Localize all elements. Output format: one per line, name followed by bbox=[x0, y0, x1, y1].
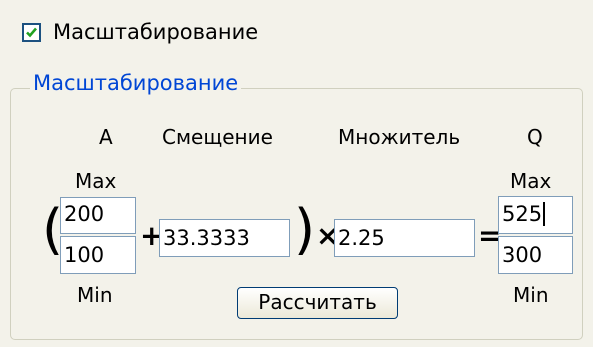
calculate-button[interactable]: Рассчитать bbox=[237, 287, 398, 319]
scaling-panel: Масштабирование Масштабирование A Смещен… bbox=[0, 0, 593, 347]
column-header-offset: Смещение bbox=[162, 125, 273, 149]
q-max-label: Max bbox=[510, 169, 552, 193]
multiplier-value: 2.25 bbox=[338, 226, 385, 250]
offset-input[interactable]: 33.3333 bbox=[159, 219, 290, 257]
q-max-input[interactable]: 525 bbox=[498, 196, 573, 234]
column-header-a: A bbox=[99, 125, 113, 149]
text-caret bbox=[543, 202, 546, 226]
checkmark-icon bbox=[26, 27, 37, 37]
a-min-value: 100 bbox=[64, 243, 105, 267]
scaling-group-title: Масштабирование bbox=[30, 70, 242, 96]
a-max-value: 200 bbox=[64, 202, 105, 226]
q-min-input[interactable]: 300 bbox=[498, 236, 573, 274]
q-max-value: 525 bbox=[502, 202, 543, 226]
a-min-input[interactable]: 100 bbox=[60, 236, 136, 274]
scaling-checkbox-label[interactable]: Масштабирование bbox=[53, 20, 258, 44]
a-max-input[interactable]: 200 bbox=[60, 197, 136, 234]
a-min-label: Min bbox=[77, 283, 113, 307]
scaling-checkbox-row[interactable]: Масштабирование bbox=[22, 17, 258, 47]
scaling-checkbox[interactable] bbox=[22, 22, 41, 42]
q-min-label: Min bbox=[513, 283, 549, 307]
multiplier-input[interactable]: 2.25 bbox=[334, 219, 475, 257]
column-header-q: Q bbox=[527, 125, 543, 149]
offset-value: 33.3333 bbox=[163, 226, 250, 250]
a-max-label: Max bbox=[75, 169, 117, 193]
q-min-value: 300 bbox=[502, 243, 543, 267]
close-parenthesis: ) bbox=[294, 198, 316, 261]
column-header-multiplier: Множитель bbox=[338, 125, 461, 149]
